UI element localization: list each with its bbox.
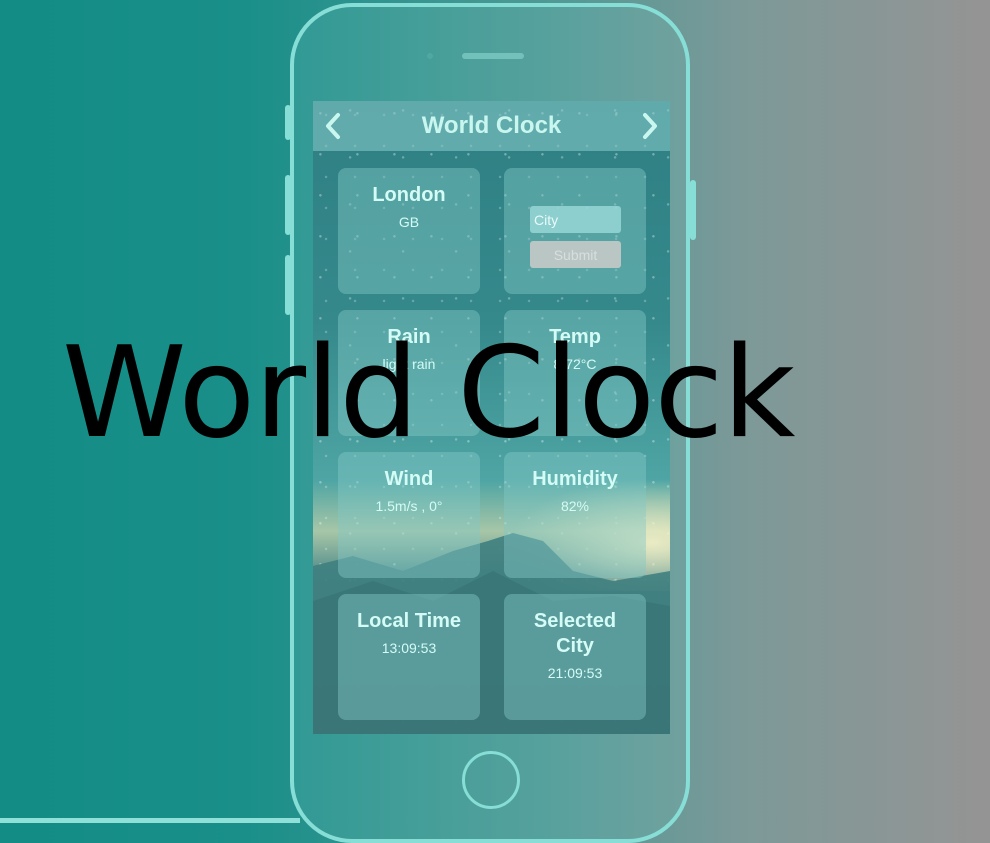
search-card: Submit [504,168,646,294]
city-input[interactable] [530,206,621,233]
chevron-left-icon [326,113,340,139]
phone-power-button [690,180,696,240]
submit-button[interactable]: Submit [530,241,621,268]
city-name: London [372,184,446,206]
phone-camera [427,53,433,59]
prev-button[interactable] [313,101,353,151]
humidity-card: Humidity 82% [504,452,646,578]
humidity-label: Humidity [532,468,618,490]
selected-city-card: Selected City 21:09:53 [504,594,646,720]
wind-value: 1.5m/s , 0° [375,498,443,514]
header-title: World Clock [421,112,562,139]
chevron-right-icon [642,113,657,139]
phone-volume-down [285,255,291,315]
overlay-title: World Clock [62,319,795,466]
location-card: London GB [338,168,480,294]
phone-side-button [285,105,291,140]
local-time-value: 13:09:53 [381,640,437,656]
phone-volume-up [285,175,291,235]
selected-city-time: 21:09:53 [547,665,603,681]
wind-label: Wind [384,468,434,490]
header-bar: World Clock [313,101,670,151]
home-button [462,751,520,809]
humidity-value: 82% [560,498,590,514]
local-time-label: Local Time [356,610,462,632]
wind-card: Wind 1.5m/s , 0° [338,452,480,578]
selected-city-label: Selected City [533,610,617,657]
next-button[interactable] [630,101,670,151]
bottom-divider [0,818,300,823]
phone-speaker [462,53,524,59]
local-time-card: Local Time 13:09:53 [338,594,480,720]
country-code: GB [398,214,420,230]
